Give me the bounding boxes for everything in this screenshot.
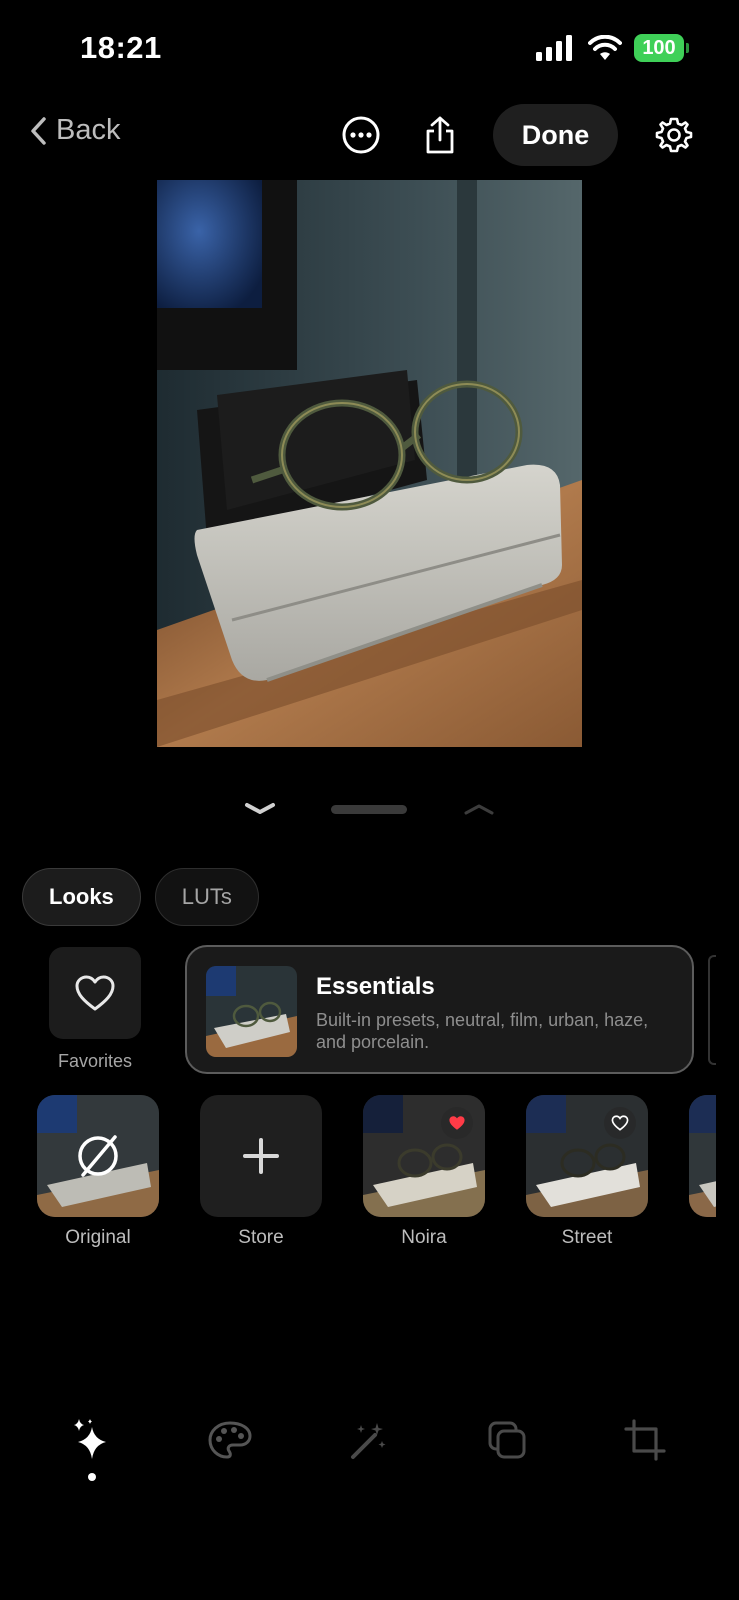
heart-filled-icon [449,1116,465,1130]
sheet-controls [0,795,739,825]
back-button[interactable]: Back [30,114,120,147]
preset-thumbnail[interactable] [363,1095,485,1217]
photo-preview[interactable] [157,180,582,747]
preset-original[interactable]: Original [37,1095,159,1249]
share-button[interactable] [417,112,463,158]
heart-outline-icon [75,975,115,1011]
tool-magic[interactable] [338,1410,398,1470]
cellular-signal-icon [536,35,572,61]
layers-icon [488,1421,526,1459]
tool-crop[interactable] [615,1410,675,1470]
battery-level: 100 [634,34,684,62]
battery-cap [686,43,689,53]
tool-layers[interactable] [477,1410,537,1470]
share-icon [426,116,454,154]
ellipsis-circle-icon [342,116,380,154]
collection-title: Essentials [316,973,435,1000]
chevron-up-icon[interactable] [463,801,495,817]
preset-label: Original [65,1227,131,1248]
bottom-toolbar [0,1410,739,1490]
preset-row: Original Store Noira Street [0,1095,739,1255]
preset-label: Noira [401,1227,447,1248]
sheet-drag-handle[interactable] [331,805,407,814]
favorite-badge[interactable] [441,1107,473,1139]
preset-noira[interactable]: Noira [363,1095,485,1249]
done-button[interactable]: Done [493,104,618,166]
wifi-icon [588,35,622,60]
preset-label: Street [561,1227,613,1248]
preset-store[interactable]: Store [200,1095,322,1249]
tab-looks[interactable]: Looks [22,868,141,926]
chevron-left-icon [31,116,46,145]
preset-street[interactable]: Street [526,1095,648,1249]
favorites-label: Favorites [57,1051,133,1071]
chevron-down-icon[interactable] [244,801,276,817]
crop-icon [624,1419,666,1461]
sparkles-icon [74,1419,106,1459]
plus-icon [200,1095,322,1217]
tool-looks[interactable] [62,1410,122,1470]
collection-description: Built-in presets, neutral, film, urban, … [316,1010,649,1052]
active-tool-indicator [88,1473,96,1481]
status-bar: 18:21 100 [0,0,739,100]
back-label: Back [56,114,121,146]
preset-thumbnail[interactable] [689,1095,716,1217]
heart-outline-icon [611,1115,629,1131]
favorite-badge[interactable] [604,1107,636,1139]
palette-icon [208,1421,252,1459]
preset-peek[interactable] [689,1095,716,1217]
settings-button[interactable] [651,112,697,158]
gear-icon [655,117,693,153]
tab-luts[interactable]: LUTs [154,868,259,926]
favorites-tile[interactable] [49,947,141,1039]
magic-wand-icon [351,1423,386,1459]
looks-luts-tabs: Looks LUTs [22,868,259,926]
more-options-button[interactable] [338,112,384,158]
status-time: 18:21 [80,30,162,65]
status-icons: 100 [536,34,689,62]
preset-thumbnail[interactable] [37,1095,159,1217]
next-collection-card-peek[interactable] [708,955,716,1065]
tool-color[interactable] [200,1410,260,1470]
no-filter-icon [37,1095,159,1217]
preset-label: Store [238,1227,284,1248]
battery-indicator: 100 [634,34,689,62]
collection-card-essentials[interactable]: Essentials Built-in presets, neutral, fi… [185,945,694,1074]
top-nav-bar: Back Done [0,100,739,170]
collection-thumbnail [206,966,297,1057]
preset-store-tile[interactable] [200,1095,322,1217]
photo-image [157,180,582,747]
favorites-button[interactable]: Favorites [49,947,141,1072]
preset-thumbnail[interactable] [526,1095,648,1217]
